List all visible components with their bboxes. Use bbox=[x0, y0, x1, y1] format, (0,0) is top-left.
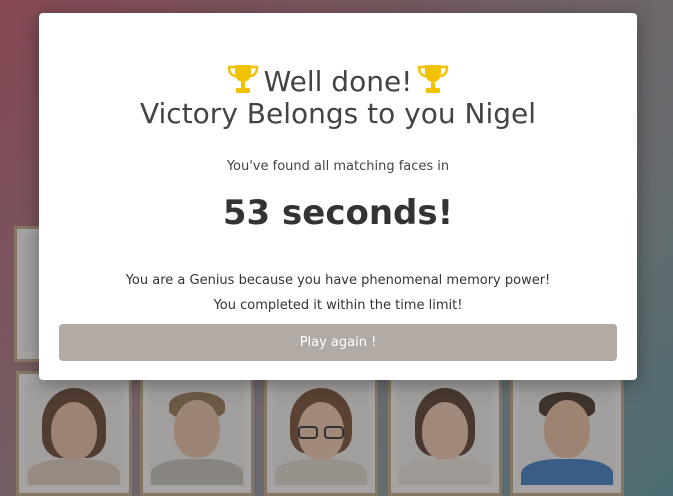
trophy-icon bbox=[418, 65, 449, 93]
trophy-icon bbox=[227, 65, 258, 93]
time-limit-message: You completed it within the time limit! bbox=[213, 298, 463, 313]
genius-message: You are a Genius because you have phenom… bbox=[125, 273, 551, 288]
elapsed-time: 53 seconds! bbox=[222, 193, 454, 233]
play-again-button[interactable]: Play again ! bbox=[59, 324, 617, 361]
found-text: You've found all matching faces in bbox=[226, 159, 450, 174]
modal-title: Well done! bbox=[39, 63, 637, 98]
title-text: Well done! bbox=[263, 65, 413, 98]
victory-subtitle: Victory Belongs to you Nigel bbox=[139, 97, 537, 130]
victory-modal: Well done! Victory Belongs to you Nigel … bbox=[39, 13, 637, 380]
